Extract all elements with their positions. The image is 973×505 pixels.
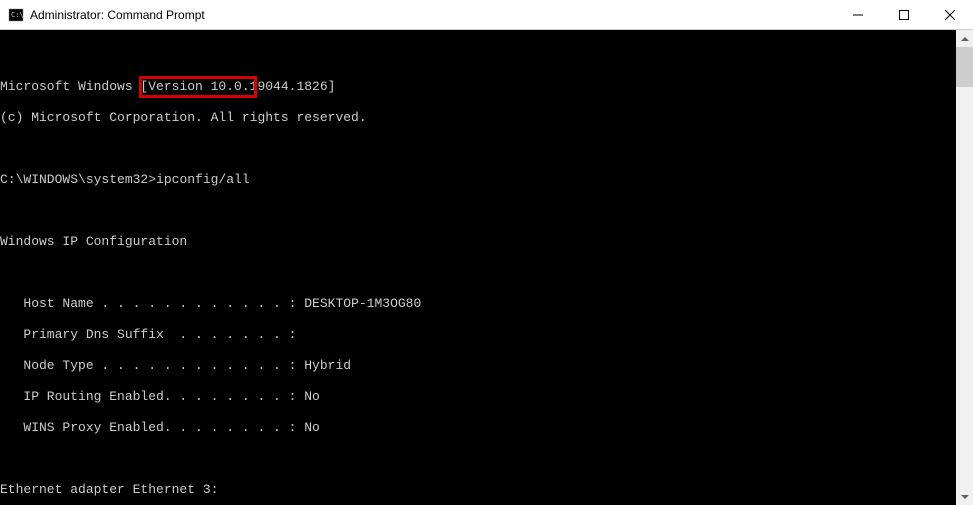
config-label: Primary Dns Suffix . . . . . . . : [0,327,296,342]
config-label: WINS Proxy Enabled. . . . . . . . : [0,420,304,435]
section-heading: Windows IP Configuration [0,234,973,250]
config-row: Node Type . . . . . . . . . . . . : Hybr… [0,358,973,374]
minimize-button[interactable] [835,0,881,29]
blank-line [0,451,973,467]
close-button[interactable] [927,0,973,29]
title-left: C:\ Administrator: Command Prompt [0,7,205,23]
titlebar[interactable]: C:\ Administrator: Command Prompt [0,0,973,30]
cmd-icon: C:\ [8,7,24,23]
copyright-line: (c) Microsoft Corporation. All rights re… [0,110,973,126]
window-title: Administrator: Command Prompt [30,8,205,22]
prompt-path: C:\WINDOWS\system32 [0,172,148,187]
blank-line [0,141,973,157]
config-row: Host Name . . . . . . . . . . . . : DESK… [0,296,973,312]
blank-line [0,203,973,219]
terminal-area[interactable]: Microsoft Windows [Version 10.0.19044.18… [0,30,973,505]
config-value: DESKTOP-1M3OG80 [304,296,421,311]
config-value: Hybrid [304,358,351,373]
command-line: C:\WINDOWS\system32>ipconfig/all [0,172,973,188]
config-row: IP Routing Enabled. . . . . . . . : No [0,389,973,405]
config-value: No [304,389,320,404]
scroll-down-button[interactable] [956,488,973,505]
vertical-scrollbar[interactable] [956,30,973,505]
terminal-content: Microsoft Windows [Version 10.0.19044.18… [0,63,973,505]
scroll-thumb[interactable] [956,47,973,87]
version-line: Microsoft Windows [Version 10.0.19044.18… [0,79,973,95]
window-controls [835,0,973,29]
config-row: WINS Proxy Enabled. . . . . . . . : No [0,420,973,436]
config-row: Primary Dns Suffix . . . . . . . : [0,327,973,343]
scroll-up-button[interactable] [956,30,973,47]
svg-text:C:\: C:\ [11,11,24,19]
config-label: IP Routing Enabled. . . . . . . . : [0,389,304,404]
config-value: No [304,420,320,435]
config-label: Host Name . . . . . . . . . . . . : [0,296,304,311]
typed-command: >ipconfig/all [148,172,249,187]
section-heading: Ethernet adapter Ethernet 3: [0,482,973,498]
maximize-button[interactable] [881,0,927,29]
blank-line [0,265,973,281]
config-label: Node Type . . . . . . . . . . . . : [0,358,304,373]
